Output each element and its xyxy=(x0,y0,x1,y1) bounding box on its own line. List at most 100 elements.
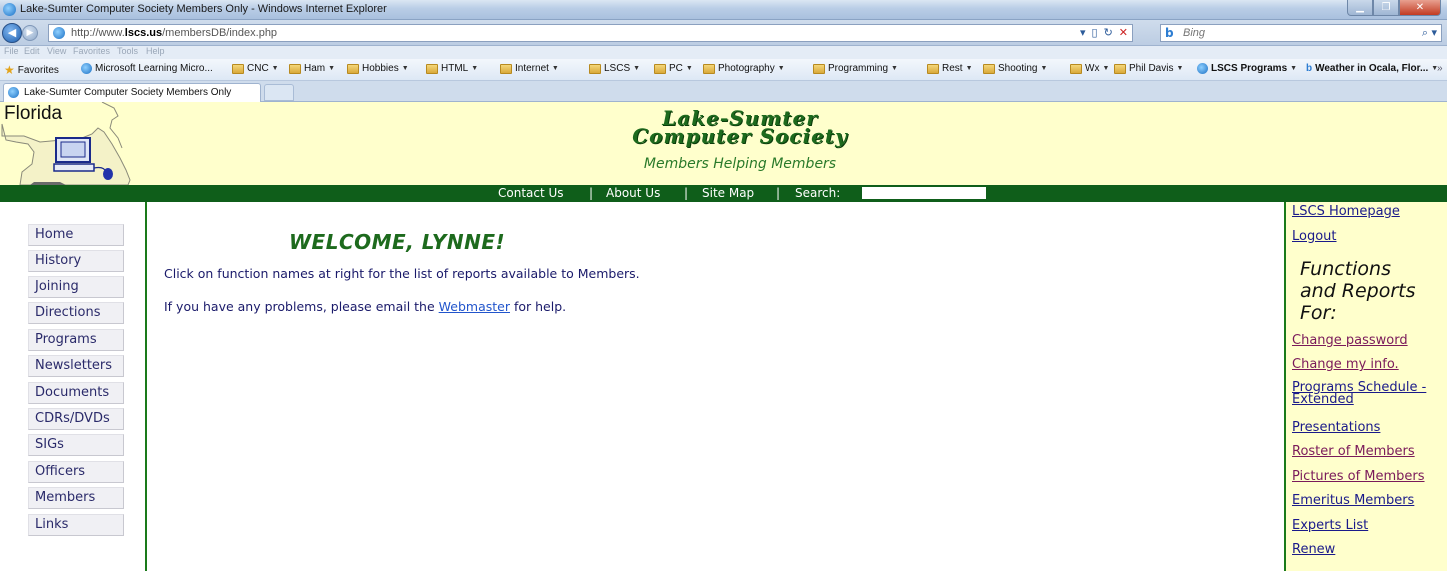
url-prefix: http://www. xyxy=(71,27,125,39)
sidebar-item-history[interactable]: History xyxy=(28,250,124,272)
favorites-button[interactable]: ★ Favorites xyxy=(4,63,59,77)
programs-schedule-line2: Extended xyxy=(1292,392,1354,407)
folder-icon xyxy=(347,63,359,74)
lscs-homepage-link[interactable]: LSCS Homepage xyxy=(1292,204,1400,219)
fav-item-ham[interactable]: Ham ▼ xyxy=(289,63,335,74)
nav-site-map[interactable]: Site Map xyxy=(702,186,754,200)
search-box[interactable]: b ⌕ ▾ xyxy=(1160,24,1442,42)
dropdown-icon[interactable]: ▾ xyxy=(1080,26,1086,39)
fav-item-cnc[interactable]: CNC ▼ xyxy=(232,63,279,74)
functions-heading-line2: and Reports xyxy=(1300,280,1416,302)
favorites-bar: ★ Favorites Microsoft Learning Micro... C… xyxy=(0,59,1447,81)
fav-item-rest[interactable]: Rest ▼ xyxy=(927,63,973,74)
fav-label: Ham xyxy=(304,63,326,74)
chevron-down-icon: ▼ xyxy=(891,65,898,72)
emeritus-members-link[interactable]: Emeritus Members xyxy=(1292,493,1414,508)
tab-active[interactable]: Lake-Sumter Computer Society Members Onl… xyxy=(3,83,261,102)
change-password-link[interactable]: Change password xyxy=(1292,333,1408,348)
sidebar-item-cdrs-dvds[interactable]: CDRs/DVDs xyxy=(28,408,124,430)
address-bar[interactable]: http://www.lscs.us/membersDB/index.php ▾… xyxy=(48,24,1133,42)
site-tagline: Members Helping Members xyxy=(643,156,837,172)
bing-icon: b xyxy=(1165,26,1174,40)
roster-of-members-link[interactable]: Roster of Members xyxy=(1292,444,1415,459)
programs-schedule-extended-link[interactable]: Programs Schedule - Extended xyxy=(1292,381,1426,407)
menu-tools[interactable]: Tools xyxy=(117,46,138,56)
fav-label: Shooting xyxy=(998,63,1038,74)
compatibility-icon[interactable]: ▯ xyxy=(1092,26,1098,39)
menu-favorites[interactable]: Favorites xyxy=(73,46,110,56)
pictures-of-members-link[interactable]: Pictures of Members xyxy=(1292,469,1425,484)
fav-item-html[interactable]: HTML ▼ xyxy=(426,63,478,74)
sidebar-item-home[interactable]: Home xyxy=(28,224,124,246)
back-button[interactable]: ◀ xyxy=(2,23,22,43)
fav-item-hobbies[interactable]: Hobbies ▼ xyxy=(347,63,409,74)
fav-item-pc[interactable]: PC ▼ xyxy=(654,63,693,74)
fav-item-ms-learning[interactable]: Microsoft Learning Micro... xyxy=(81,63,213,74)
new-tab-button[interactable] xyxy=(264,84,294,101)
site-search-input[interactable] xyxy=(862,187,986,199)
nav-separator: | xyxy=(589,186,594,200)
forward-button[interactable]: ▶ xyxy=(22,25,38,41)
sidebar-item-directions[interactable]: Directions xyxy=(28,302,124,324)
ie-logo-icon xyxy=(3,3,16,16)
address-url[interactable]: http://www.lscs.us/membersDB/index.php xyxy=(71,27,277,39)
favorites-overflow-icon[interactable]: » xyxy=(1437,63,1443,74)
logout-link[interactable]: Logout xyxy=(1292,229,1337,244)
maximize-button[interactable]: ❐ xyxy=(1373,0,1399,16)
sidebar-item-joining[interactable]: Joining xyxy=(28,276,124,298)
fav-item-programming[interactable]: Programming ▼ xyxy=(813,63,898,74)
webmaster-link[interactable]: Webmaster xyxy=(439,299,510,314)
sidebar-item-sigs[interactable]: SIGs xyxy=(28,434,124,456)
nav-search-label: Search: xyxy=(795,186,841,200)
fav-item-phil-davis[interactable]: Phil Davis ▼ xyxy=(1114,63,1183,74)
change-my-info-link[interactable]: Change my info. xyxy=(1292,357,1399,372)
search-icon[interactable]: ⌕ ▾ xyxy=(1422,26,1437,40)
menu-edit[interactable]: Edit xyxy=(24,46,40,56)
stop-icon[interactable]: ✕ xyxy=(1119,26,1128,39)
help-text-before: If you have any problems, please email t… xyxy=(164,299,439,314)
search-input[interactable] xyxy=(1183,26,1403,40)
fav-item-photography[interactable]: Photography ▼ xyxy=(703,63,785,74)
sidebar-item-newsletters[interactable]: Newsletters xyxy=(28,355,124,377)
refresh-icon[interactable]: ↻ xyxy=(1104,26,1113,39)
renew-link[interactable]: Renew xyxy=(1292,542,1335,557)
minimize-button[interactable]: ▁ xyxy=(1347,0,1373,16)
fav-item-lscs-programs[interactable]: LSCS Programs ▼ xyxy=(1197,63,1297,74)
fav-item-shooting[interactable]: Shooting ▼ xyxy=(983,63,1047,74)
page-viewport: Florida Lake-Sumter Computer Society Mem… xyxy=(0,102,1447,571)
menu-bar: File Edit View Favorites Tools Help xyxy=(0,46,1447,59)
chevron-down-icon: ▼ xyxy=(965,65,973,72)
chevron-down-icon: ▼ xyxy=(1102,65,1110,72)
fav-item-internet[interactable]: Internet ▼ xyxy=(500,63,559,74)
fav-label: Wx xyxy=(1085,63,1100,74)
fav-item-wx[interactable]: Wx ▼ xyxy=(1070,63,1109,74)
sidebar-item-links[interactable]: Links xyxy=(28,514,124,536)
help-text: If you have any problems, please email t… xyxy=(164,299,566,314)
sidebar-item-programs[interactable]: Programs xyxy=(28,329,124,351)
chevron-down-icon: ▼ xyxy=(471,65,479,72)
folder-icon xyxy=(500,63,512,74)
menu-view[interactable]: View xyxy=(47,46,66,56)
chevron-down-icon: ▼ xyxy=(401,65,409,72)
experts-list-link[interactable]: Experts List xyxy=(1292,518,1368,533)
sidebar-item-members[interactable]: Members xyxy=(28,487,124,509)
folder-icon xyxy=(589,63,601,74)
sidebar-item-documents[interactable]: Documents xyxy=(28,382,124,404)
folder-icon xyxy=(983,63,995,74)
fav-item-weather[interactable]: b Weather in Ocala, Flor... ▼ xyxy=(1306,63,1438,74)
nav-contact-us[interactable]: Contact Us xyxy=(498,186,564,200)
close-button[interactable]: ✕ xyxy=(1399,0,1441,16)
presentations-link[interactable]: Presentations xyxy=(1292,420,1380,435)
fav-item-lscs[interactable]: LSCS ▼ xyxy=(589,63,640,74)
address-bar-row: ◀ ▶ http://www.lscs.us/membersDB/index.p… xyxy=(0,20,1447,46)
fav-label: Photography xyxy=(718,63,775,74)
nav-about-us[interactable]: About Us xyxy=(606,186,660,200)
menu-file[interactable]: File xyxy=(4,46,19,56)
sidebar-item-officers[interactable]: Officers xyxy=(28,461,124,483)
bing-icon: b xyxy=(1306,63,1313,74)
functions-heading-line1: Functions xyxy=(1300,258,1391,280)
main-content: WELCOME, LYNNE! Click on function names … xyxy=(149,202,1284,571)
fav-label: Phil Davis xyxy=(1129,63,1174,74)
chevron-down-icon: ▼ xyxy=(1290,65,1298,72)
menu-help[interactable]: Help xyxy=(146,46,165,56)
